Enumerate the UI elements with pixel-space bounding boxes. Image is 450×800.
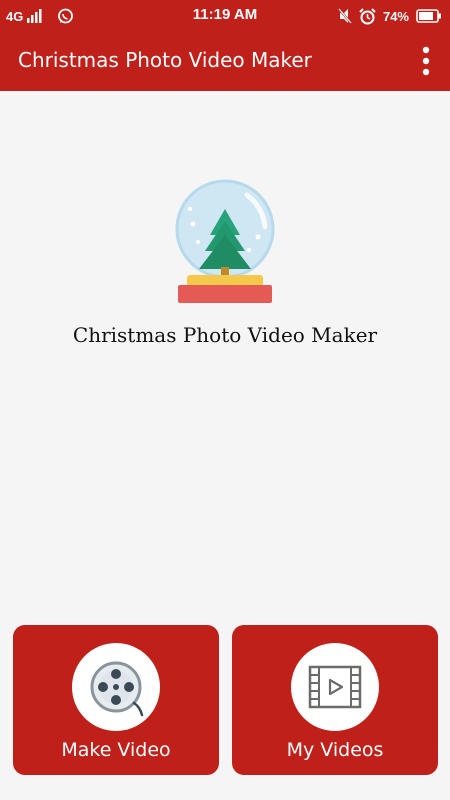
app-name-label: Christmas Photo Video Maker <box>72 323 378 347</box>
overflow-menu-icon <box>422 46 430 76</box>
snow-globe-icon <box>175 179 275 303</box>
my-videos-button[interactable]: My Videos <box>232 625 438 775</box>
alarm-icon <box>359 7 376 24</box>
my-videos-label: My Videos <box>286 739 384 761</box>
battery-percent: 74% <box>382 8 409 24</box>
main-content: Christmas Photo Video Maker Make Video M… <box>0 91 450 800</box>
mute-icon <box>338 8 352 24</box>
make-video-button[interactable]: Make Video <box>13 625 219 775</box>
overflow-menu-button[interactable] <box>416 45 436 77</box>
app-bar: Christmas Photo Video Maker <box>0 31 450 91</box>
make-video-label: Make Video <box>61 739 171 761</box>
video-film-icon <box>308 665 362 709</box>
film-reel-icon <box>90 661 144 717</box>
status-bar: 4G 11:19 AM 74% <box>0 0 450 31</box>
status-right: 74% <box>338 6 442 26</box>
app-bar-title: Christmas Photo Video Maker <box>18 48 312 72</box>
my-videos-icon-circle <box>291 643 379 731</box>
battery-icon <box>416 9 441 23</box>
make-video-icon-circle <box>72 643 160 731</box>
